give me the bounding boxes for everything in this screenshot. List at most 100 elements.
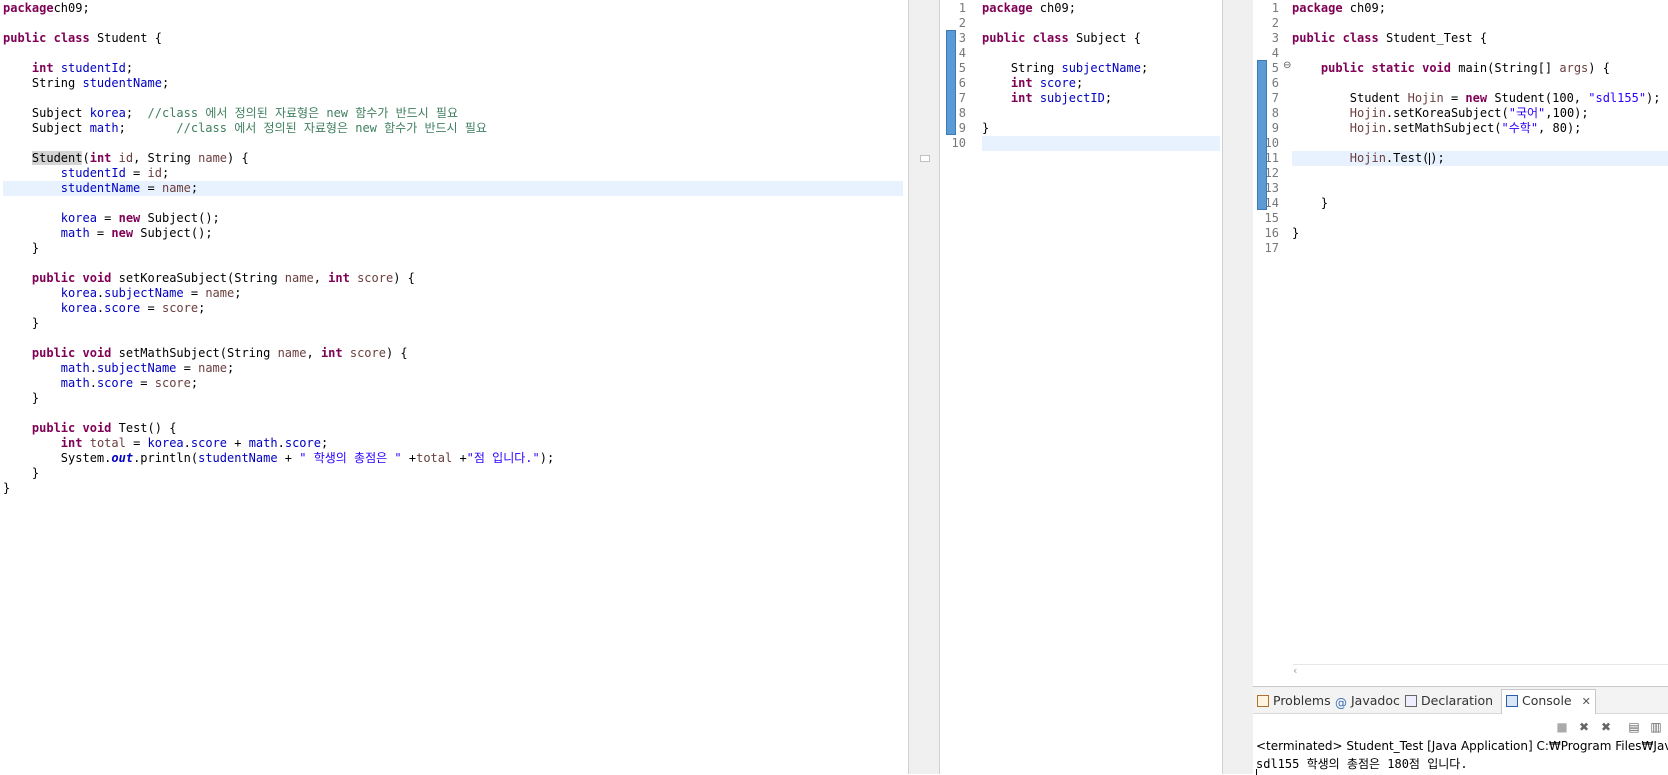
- editor-student[interactable]: packagech09; public class Student { int s…: [0, 0, 908, 774]
- code-line[interactable]: math = new Subject();: [3, 226, 908, 241]
- code-line[interactable]: }: [982, 121, 1222, 136]
- code-line[interactable]: [1292, 241, 1668, 256]
- code-line[interactable]: korea = new Subject();: [3, 211, 908, 226]
- close-icon[interactable]: ✕: [1582, 695, 1591, 708]
- scroll-lock-icon[interactable]: ▥: [1649, 720, 1663, 734]
- code-line[interactable]: public class Student_Test {: [1292, 31, 1668, 46]
- code-line[interactable]: String studentName;: [3, 76, 908, 91]
- editor-divider[interactable]: [908, 0, 940, 774]
- code-token: Student: [1292, 91, 1408, 105]
- code-token: studentName: [198, 451, 278, 465]
- code-line[interactable]: [3, 46, 908, 61]
- code-line[interactable]: [1292, 166, 1668, 181]
- code-line[interactable]: [3, 91, 908, 106]
- code-line[interactable]: math.subjectName = name;: [3, 361, 908, 376]
- change-marker: [1257, 60, 1267, 210]
- clear-console-icon[interactable]: ▤: [1627, 720, 1641, 734]
- code-line[interactable]: [1292, 46, 1668, 61]
- code-line[interactable]: [3, 16, 908, 31]
- code-line[interactable]: studentName = name;: [3, 181, 903, 196]
- code-line[interactable]: Subject math; //class 에서 정의된 자료형은 new 함수…: [3, 121, 908, 136]
- line-number: 16: [1264, 226, 1279, 240]
- change-marker: [946, 30, 956, 135]
- code-line[interactable]: public class Student {: [3, 31, 908, 46]
- code-line[interactable]: korea.score = score;: [3, 301, 908, 316]
- code-line[interactable]: Hojin.setKoreaSubject("국어",100);: [1292, 106, 1668, 121]
- code-line[interactable]: }: [3, 241, 908, 256]
- code-line[interactable]: Student Hojin = new Student(100, "sdl155…: [1292, 91, 1668, 106]
- code-line[interactable]: Hojin.Test();: [1292, 151, 1668, 166]
- code-line[interactable]: [1292, 136, 1668, 151]
- code-line[interactable]: }: [1292, 196, 1668, 211]
- code-line[interactable]: public void Test() {: [3, 421, 908, 436]
- code-line[interactable]: [982, 46, 1222, 61]
- code-area-student-test[interactable]: package ch09; public class Student_Test {…: [1292, 1, 1668, 256]
- code-line-text: }: [1292, 226, 1299, 241]
- code-line[interactable]: }: [3, 316, 908, 331]
- code-token: .Test(: [1385, 151, 1430, 165]
- tab-console[interactable]: Console ✕: [1501, 689, 1596, 714]
- code-line[interactable]: package ch09;: [982, 1, 1222, 16]
- code-line[interactable]: System.out.println(studentName + " 학생의 총…: [3, 451, 908, 466]
- code-line[interactable]: int score;: [982, 76, 1222, 91]
- code-line[interactable]: [3, 196, 908, 211]
- code-token: name: [284, 271, 314, 285]
- scroll-left-icon[interactable]: ‹: [1293, 664, 1297, 677]
- editor-divider[interactable]: [1222, 0, 1254, 774]
- code-line[interactable]: [1292, 76, 1668, 91]
- code-line[interactable]: [3, 331, 908, 346]
- code-line[interactable]: studentId = id;: [3, 166, 908, 181]
- code-line[interactable]: korea.subjectName = name;: [3, 286, 908, 301]
- code-line[interactable]: [982, 16, 1222, 31]
- code-area-student[interactable]: packagech09; public class Student { int s…: [3, 1, 908, 496]
- tab-javadoc[interactable]: @ Javadoc: [1335, 691, 1400, 711]
- code-line[interactable]: int total = korea.score + math.score;: [3, 436, 908, 451]
- code-token: math: [89, 121, 119, 135]
- fold-collapse-icon[interactable]: ⊖: [1283, 60, 1291, 71]
- code-token: ;: [198, 301, 206, 315]
- terminate-icon[interactable]: ■: [1555, 720, 1569, 734]
- code-line-text: public class Student_Test {: [1292, 31, 1487, 46]
- tab-problems[interactable]: Problems: [1257, 691, 1331, 711]
- code-token: String: [982, 61, 1062, 75]
- code-line[interactable]: }: [3, 481, 908, 496]
- code-line[interactable]: [982, 136, 1220, 151]
- remove-launch-icon[interactable]: ✖: [1577, 720, 1591, 734]
- code-line[interactable]: int subjectID;: [982, 91, 1222, 106]
- code-line[interactable]: int studentId;: [3, 61, 908, 76]
- code-line[interactable]: [3, 406, 908, 421]
- code-area-subject[interactable]: package ch09; public class Subject { Stri…: [982, 1, 1222, 151]
- remove-all-icon[interactable]: ✖: [1599, 720, 1613, 734]
- code-token: }: [1292, 196, 1329, 210]
- code-line[interactable]: Hojin.setMathSubject("수학", 80);: [1292, 121, 1668, 136]
- code-line[interactable]: [982, 106, 1222, 121]
- code-line[interactable]: packagech09;: [3, 1, 908, 16]
- code-token: total: [89, 436, 126, 450]
- tab-declaration[interactable]: Declaration: [1405, 691, 1493, 711]
- code-line[interactable]: [3, 256, 908, 271]
- code-line[interactable]: [1292, 181, 1668, 196]
- horizontal-scrollbar[interactable]: ‹: [1293, 664, 1668, 679]
- code-line[interactable]: public static void main(String[] args) {: [1292, 61, 1668, 76]
- console-output[interactable]: sdl155 학생의 총점은 180점 입니다.: [1256, 755, 1468, 772]
- code-line[interactable]: math.score = score;: [3, 376, 908, 391]
- code-line[interactable]: Subject korea; //class 에서 정의된 자료형은 new 함…: [3, 106, 908, 121]
- code-line[interactable]: package ch09;: [1292, 1, 1668, 16]
- code-line[interactable]: [1292, 211, 1668, 226]
- code-line[interactable]: public void setMathSubject(String name, …: [3, 346, 908, 361]
- code-line[interactable]: public void setKoreaSubject(String name,…: [3, 271, 908, 286]
- code-line[interactable]: Student(int id, String name) {: [3, 151, 908, 166]
- code-line[interactable]: [3, 136, 908, 151]
- code-line[interactable]: }: [3, 391, 908, 406]
- code-line[interactable]: String subjectName;: [982, 61, 1222, 76]
- code-token: score: [96, 376, 134, 390]
- code-line[interactable]: }: [1292, 226, 1668, 241]
- code-token: Subject: [3, 106, 90, 120]
- code-line[interactable]: public class Subject {: [982, 31, 1222, 46]
- code-line[interactable]: [1292, 16, 1668, 31]
- editor-student-test[interactable]: 1 2 3 4 5 6 7 8 9 10 11 12 13 14 15 16 17 ⊖ package ch09…: [1253, 0, 1668, 686]
- code-token: main(String[]: [1451, 61, 1560, 75]
- code-line[interactable]: }: [3, 466, 908, 481]
- editor-subject[interactable]: 1 2 3 4 5 6 7 8 9 10 package ch09; public class Su…: [940, 0, 1222, 774]
